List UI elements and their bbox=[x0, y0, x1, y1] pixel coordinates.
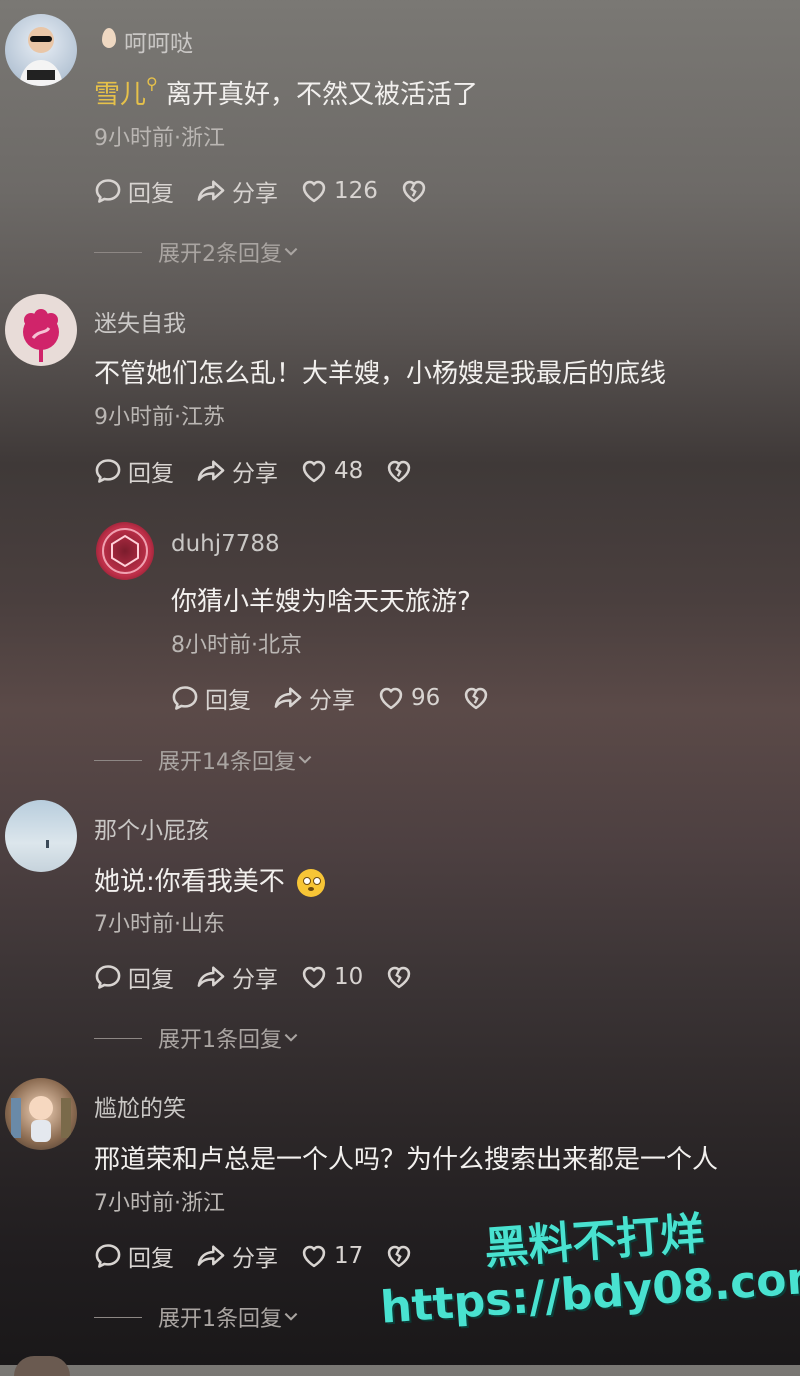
comment-meta: 8小时前·北京 bbox=[171, 633, 302, 658]
avatar[interactable] bbox=[5, 800, 77, 872]
comment-actions: 回复 分享 17 bbox=[94, 1240, 441, 1272]
share-button[interactable]: 分享 bbox=[196, 1239, 278, 1273]
heart-icon bbox=[300, 177, 328, 205]
comment-text: 不管她们怎么乱！大羊嫂，小杨嫂是我最后的底线 bbox=[94, 359, 667, 389]
flushed-emoji-icon bbox=[297, 868, 326, 897]
like-button[interactable]: 17 bbox=[300, 1242, 363, 1270]
share-button[interactable]: 分享 bbox=[196, 454, 278, 488]
broken-heart-icon bbox=[385, 457, 413, 485]
broken-heart-icon bbox=[385, 963, 413, 991]
avatar[interactable] bbox=[14, 1356, 70, 1376]
reply-button[interactable]: 回复 bbox=[171, 681, 251, 715]
comment-text: 你猜小羊嫂为啥天天旅游? bbox=[171, 587, 471, 617]
share-icon bbox=[196, 177, 226, 205]
username[interactable]: 那个小屁孩 bbox=[94, 811, 209, 845]
like-button[interactable]: 48 bbox=[300, 457, 363, 485]
chevron-down-icon bbox=[296, 751, 314, 769]
reply-icon bbox=[94, 457, 122, 485]
reply-icon bbox=[171, 684, 199, 712]
comment-actions: 回复 分享 10 bbox=[94, 961, 441, 993]
heart-icon bbox=[300, 1242, 328, 1270]
heart-icon bbox=[377, 684, 405, 712]
like-button[interactable]: 10 bbox=[300, 963, 363, 991]
broken-heart-icon bbox=[385, 1242, 413, 1270]
comment-text: 邢道荣和卢总是一个人吗？为什么搜索出来都是一个人 bbox=[94, 1145, 719, 1175]
reply-button[interactable]: 回复 bbox=[94, 174, 174, 208]
avatar[interactable] bbox=[5, 14, 77, 86]
like-count: 48 bbox=[334, 458, 364, 484]
share-icon bbox=[273, 684, 303, 712]
like-count: 10 bbox=[334, 964, 364, 990]
dislike-button[interactable] bbox=[385, 457, 419, 485]
username[interactable]: 尴尬的笑 bbox=[94, 1089, 186, 1123]
like-count: 96 bbox=[411, 685, 441, 711]
avatar[interactable] bbox=[96, 522, 154, 580]
comment-actions: 回复 分享 96 bbox=[171, 682, 518, 714]
chevron-down-icon bbox=[282, 1029, 300, 1047]
username[interactable]: 迷失自我 bbox=[94, 304, 186, 338]
username[interactable]: duhj7788 bbox=[171, 531, 280, 557]
expand-replies-button[interactable]: 展开1条回复 bbox=[94, 1301, 300, 1333]
dislike-button[interactable] bbox=[385, 963, 419, 991]
reply-icon bbox=[94, 963, 122, 991]
broken-heart-icon bbox=[462, 684, 490, 712]
comment-actions: 回复 分享 126 bbox=[94, 175, 456, 207]
comment-text: 雪儿⚲ 离开真好，不然又被活活了 bbox=[94, 74, 479, 110]
comment-meta: 7小时前·山东 bbox=[94, 912, 225, 937]
like-count: 126 bbox=[334, 178, 378, 204]
expand-replies-button[interactable]: 展开1条回复 bbox=[94, 1022, 300, 1054]
comment-meta: 9小时前·江苏 bbox=[94, 405, 225, 430]
reply-button[interactable]: 回复 bbox=[94, 454, 174, 488]
reply-button[interactable]: 回复 bbox=[94, 1239, 174, 1273]
comment-meta: 9小时前·浙江 bbox=[94, 126, 225, 151]
broken-heart-icon bbox=[400, 177, 428, 205]
avatar[interactable] bbox=[5, 294, 77, 366]
expand-replies-button[interactable]: 展开14条回复 bbox=[94, 744, 314, 776]
comment-text: 她说:你看我美不 bbox=[94, 861, 326, 898]
comment-meta: 7小时前·浙江 bbox=[94, 1191, 225, 1216]
share-button[interactable]: 分享 bbox=[273, 681, 355, 715]
heart-icon bbox=[300, 963, 328, 991]
heart-icon bbox=[300, 457, 328, 485]
reply-button[interactable]: 回复 bbox=[94, 960, 174, 994]
avatar[interactable] bbox=[5, 1078, 77, 1150]
share-icon bbox=[196, 457, 226, 485]
username[interactable]: 呵呵哒 bbox=[124, 24, 193, 58]
share-button[interactable]: 分享 bbox=[196, 174, 278, 208]
share-icon bbox=[196, 1242, 226, 1270]
dislike-button[interactable] bbox=[462, 684, 496, 712]
search-icon: ⚲ bbox=[146, 74, 158, 93]
comment-actions: 回复 分享 48 bbox=[94, 455, 441, 487]
dislike-button[interactable] bbox=[385, 1242, 419, 1270]
like-button[interactable]: 126 bbox=[300, 177, 378, 205]
like-button[interactable]: 96 bbox=[377, 684, 440, 712]
expand-replies-button[interactable]: 展开2条回复 bbox=[94, 236, 300, 268]
egg-icon bbox=[102, 28, 116, 48]
dislike-button[interactable] bbox=[400, 177, 434, 205]
share-icon bbox=[196, 963, 226, 991]
chevron-down-icon bbox=[282, 1308, 300, 1326]
mentioned-user[interactable]: 雪儿 bbox=[94, 80, 146, 110]
like-count: 17 bbox=[334, 1243, 364, 1269]
reply-icon bbox=[94, 1242, 122, 1270]
share-button[interactable]: 分享 bbox=[196, 960, 278, 994]
chevron-down-icon bbox=[282, 243, 300, 261]
reply-icon bbox=[94, 177, 122, 205]
